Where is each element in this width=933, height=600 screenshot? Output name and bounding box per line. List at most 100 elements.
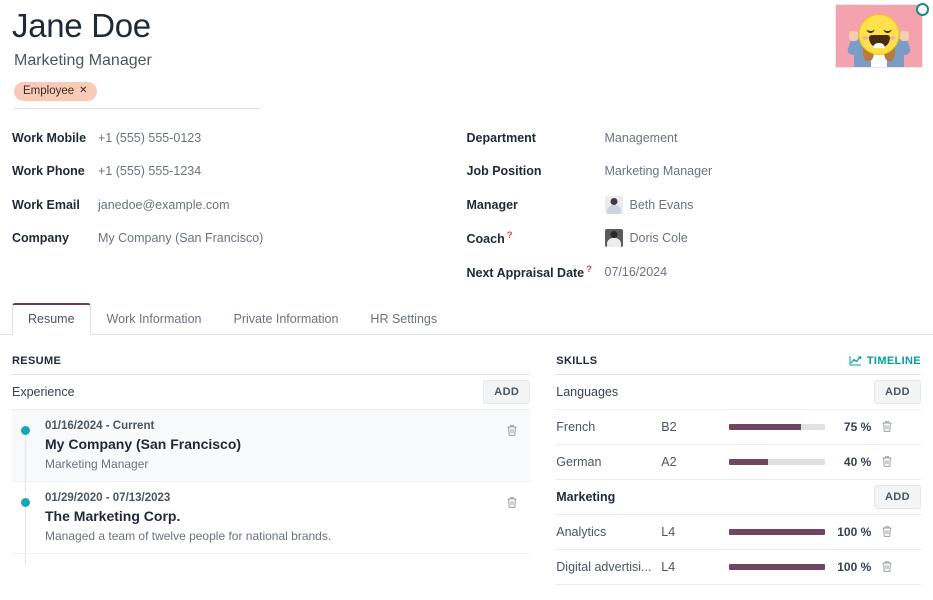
field-label: Work Phone xyxy=(12,164,98,178)
skill-percent: 40 % xyxy=(825,455,881,469)
skill-level: L4 xyxy=(661,525,729,539)
field-value[interactable]: Marketing Manager xyxy=(605,164,713,178)
skill-percent: 100 % xyxy=(825,525,881,539)
avatar-shoulders xyxy=(607,238,621,247)
field-label: Job Position xyxy=(467,164,605,178)
add-experience-button[interactable]: ADD xyxy=(483,380,530,404)
field-value[interactable]: janedoe@example.com xyxy=(98,198,230,212)
timeline-connector xyxy=(25,507,26,565)
tag-row: Employee ✕ xyxy=(14,81,921,101)
field-label-text: Coach xyxy=(467,232,505,246)
field-value: Beth Evans xyxy=(630,198,694,212)
avatar-head xyxy=(610,198,617,205)
skill-progress-bar xyxy=(729,529,825,535)
employee-fields: Work Mobile +1 (555) 555-0123 Work Phone… xyxy=(0,121,933,289)
avatar-eye-right xyxy=(884,28,892,33)
skill-row[interactable]: Digital advertisi... L4 100 % xyxy=(556,550,921,585)
field-value[interactable]: +1 (555) 555-0123 xyxy=(98,131,201,145)
avatar-tongue xyxy=(873,43,885,48)
employee-tag[interactable]: Employee ✕ xyxy=(14,82,97,101)
delete-icon[interactable] xyxy=(881,525,893,538)
delete-icon[interactable] xyxy=(506,424,518,437)
header-divider xyxy=(14,108,260,109)
skills-header: SKILLS TIMELINE xyxy=(556,355,921,375)
skill-row[interactable]: German A2 40 % xyxy=(556,445,921,480)
field-label: Manager xyxy=(467,198,605,212)
field-value: Doris Cole xyxy=(630,231,688,245)
avatar[interactable] xyxy=(835,4,923,68)
employee-job-title: Marketing Manager xyxy=(14,50,921,72)
resume-group-experience: Experience ADD xyxy=(12,375,530,410)
skill-name: French xyxy=(556,420,661,434)
skill-progress-bar xyxy=(729,564,825,570)
field-value-group[interactable]: Beth Evans xyxy=(605,196,694,214)
line-chart-icon xyxy=(849,355,862,366)
field-label-text: Next Appraisal Date xyxy=(467,266,585,280)
avatar-head xyxy=(610,231,617,238)
field-label: Coach? xyxy=(467,230,605,246)
timeline-dot-icon xyxy=(21,498,30,507)
resume-entry-description: Managed a team of twelve people for nati… xyxy=(45,529,530,543)
page-title: Jane Doe xyxy=(12,6,921,46)
field-next-appraisal-date: Next Appraisal Date? 07/16/2024 xyxy=(467,255,922,289)
field-value-group[interactable]: Doris Cole xyxy=(605,229,688,247)
resume-entry-description: Marketing Manager xyxy=(45,457,530,471)
timeline-label: TIMELINE xyxy=(867,355,921,367)
tab-private-information[interactable]: Private Information xyxy=(218,303,355,335)
close-icon[interactable]: ✕ xyxy=(79,84,87,98)
skill-name: Analytics xyxy=(556,525,661,539)
fields-column-left: Work Mobile +1 (555) 555-0123 Work Phone… xyxy=(12,121,467,289)
help-icon[interactable]: ? xyxy=(586,264,592,275)
skill-percent: 75 % xyxy=(825,420,881,434)
field-label: Work Mobile xyxy=(12,131,98,145)
add-language-skill-button[interactable]: ADD xyxy=(874,380,921,404)
skills-section-title: SKILLS xyxy=(556,355,597,367)
avatar-photo xyxy=(836,5,922,67)
delete-icon[interactable] xyxy=(881,455,893,468)
resume-entry-date: 01/16/2024 - Current xyxy=(45,420,530,432)
fields-column-right: Department Management Job Position Marke… xyxy=(467,121,922,289)
skill-name: Digital advertisi... xyxy=(556,560,661,574)
resume-entry[interactable]: 01/16/2024 - Current My Company (San Fra… xyxy=(12,410,530,482)
skills-panel: SKILLS TIMELINE Languages ADD French B2 xyxy=(556,355,921,585)
field-department: Department Management xyxy=(467,121,922,155)
skill-level: L4 xyxy=(661,560,729,574)
tab-hr-settings[interactable]: HR Settings xyxy=(354,303,453,335)
field-label: Company xyxy=(12,231,98,245)
tab-work-information[interactable]: Work Information xyxy=(91,303,218,335)
field-manager: Manager Beth Evans xyxy=(467,188,922,222)
field-label: Work Email xyxy=(12,198,98,212)
manager-avatar xyxy=(605,196,623,214)
delete-icon[interactable] xyxy=(881,560,893,573)
field-job-position: Job Position Marketing Manager xyxy=(467,155,922,189)
resume-entry-title: The Marketing Corp. xyxy=(45,508,530,524)
skill-group-label: Marketing xyxy=(556,490,615,504)
skill-group-languages: Languages ADD xyxy=(556,375,921,410)
skill-name: German xyxy=(556,455,661,469)
field-value[interactable]: My Company (San Francisco) xyxy=(98,231,263,245)
delete-icon[interactable] xyxy=(881,420,893,433)
resume-entry[interactable]: 01/29/2020 - 07/13/2023 The Marketing Co… xyxy=(12,482,530,554)
field-work-mobile: Work Mobile +1 (555) 555-0123 xyxy=(12,121,467,155)
avatar-eye-left xyxy=(867,28,875,33)
skill-row[interactable]: French B2 75 % xyxy=(556,410,921,445)
field-value[interactable]: Management xyxy=(605,131,678,145)
tab-resume[interactable]: Resume xyxy=(12,303,91,335)
add-marketing-skill-button[interactable]: ADD xyxy=(874,485,921,509)
employee-profile-page: Jane Doe Marketing Manager Employee ✕ xyxy=(0,0,933,600)
field-coach: Coach? Doris Cole xyxy=(467,222,922,256)
skill-group-label: Languages xyxy=(556,385,618,399)
skill-percent: 100 % xyxy=(825,560,881,574)
skill-row[interactable]: Analytics L4 100 % xyxy=(556,515,921,550)
field-label: Next Appraisal Date? xyxy=(467,264,605,280)
field-value[interactable]: 07/16/2024 xyxy=(605,265,668,279)
skill-progress-bar xyxy=(729,424,825,430)
skills-timeline-link[interactable]: TIMELINE xyxy=(849,355,921,367)
field-value[interactable]: +1 (555) 555-1234 xyxy=(98,164,201,178)
skill-level: B2 xyxy=(661,420,729,434)
online-status-ring-icon xyxy=(916,3,929,16)
resume-entry-date: 01/29/2020 - 07/13/2023 xyxy=(45,492,530,504)
skill-group-marketing: Marketing ADD xyxy=(556,480,921,515)
delete-icon[interactable] xyxy=(506,496,518,509)
help-icon[interactable]: ? xyxy=(507,230,513,241)
